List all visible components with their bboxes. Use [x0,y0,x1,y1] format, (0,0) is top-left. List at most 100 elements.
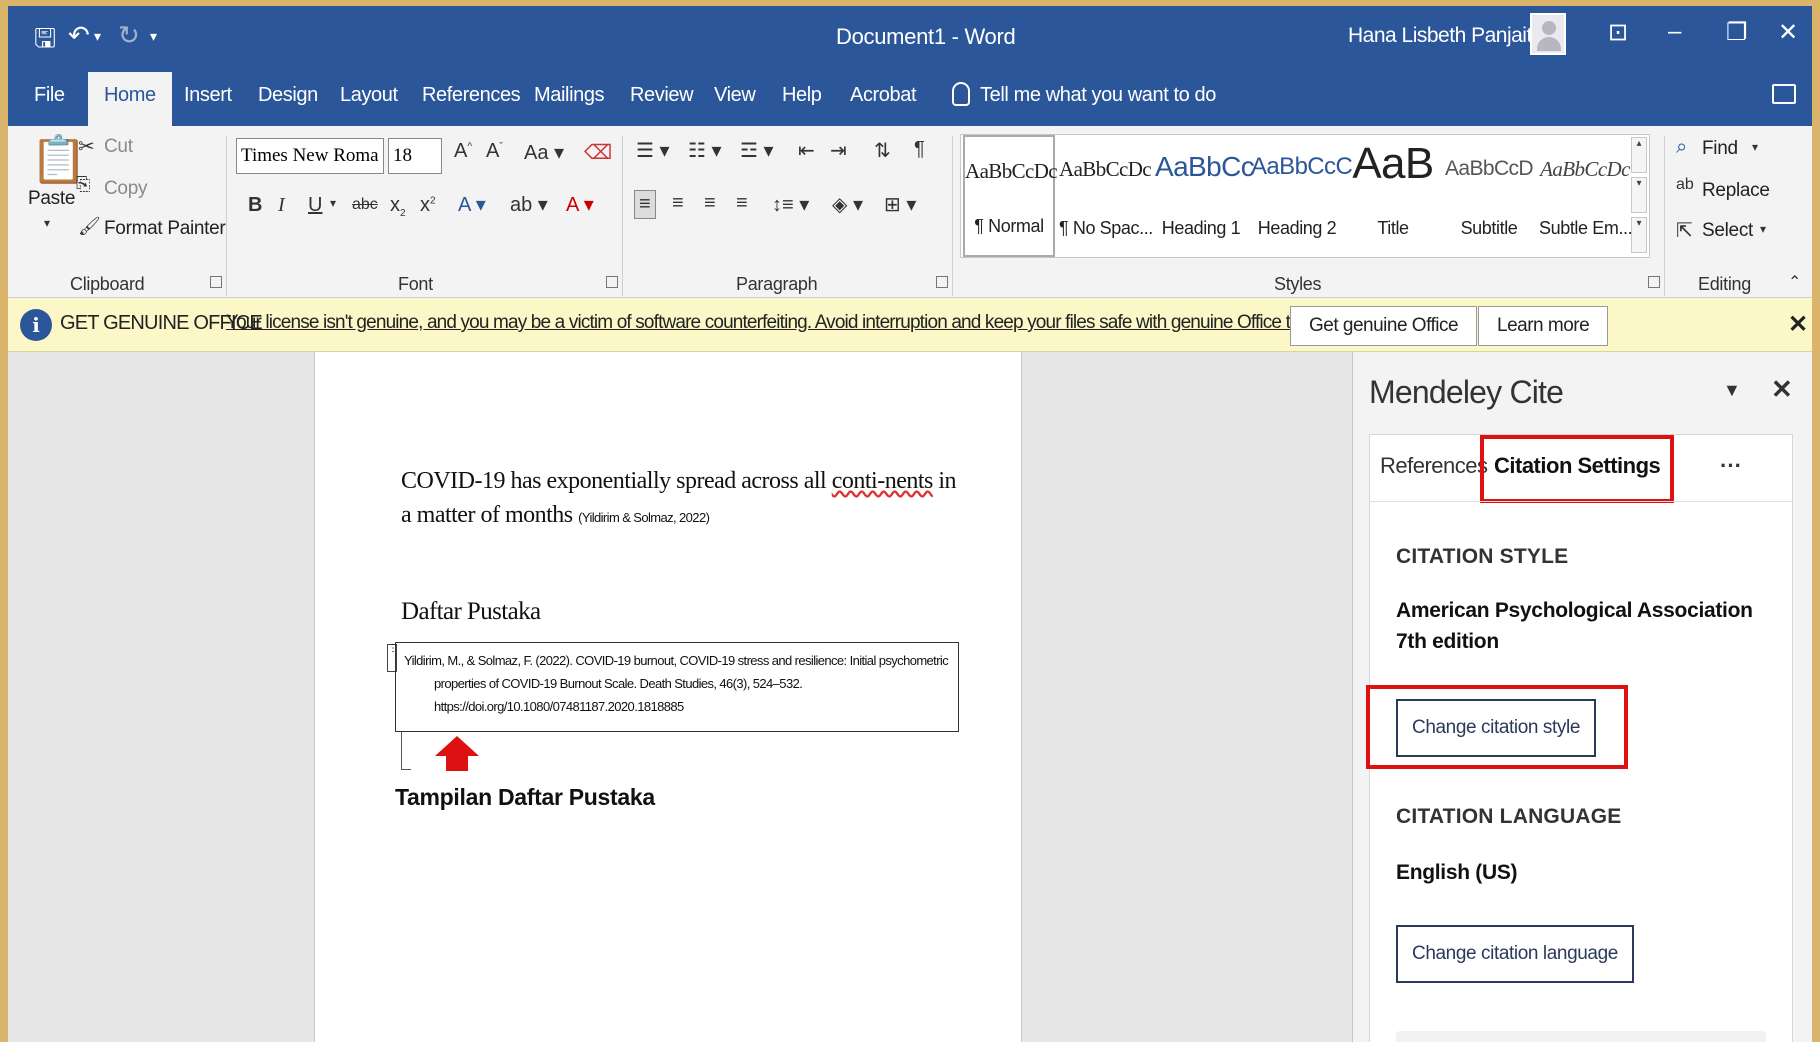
avatar[interactable] [1530,13,1566,55]
justify-icon[interactable]: ≡ [736,192,748,215]
banner-message-link[interactable]: Your license isn't genuine, and you may … [226,312,1332,334]
bibliography-box[interactable]: Yildirim, M., & Solmaz, F. (2022). COVID… [395,642,959,732]
format-painter-icon[interactable]: 🖌 [78,216,101,237]
get-genuine-office-button[interactable]: Get genuine Office [1290,306,1478,346]
paste-button[interactable]: Paste [28,188,75,210]
pane-options-icon[interactable]: ▼ [1723,380,1741,401]
borders-icon[interactable]: ⊞ ▾ [884,192,916,217]
font-size-select[interactable]: 18 [388,138,442,174]
underline-icon[interactable]: U [308,194,322,217]
copy-button[interactable]: Copy [104,178,147,200]
styles-scroll-up[interactable]: ▴ [1631,137,1647,173]
tab-acrobat[interactable]: Acrobat [850,84,917,107]
style-subtitle[interactable]: AaBbCcD Subtitle [1443,135,1535,257]
misspelled-word[interactable]: conti-nents [832,468,934,494]
find-dropdown-icon[interactable]: ▾ [1752,140,1758,154]
clipboard-launcher-icon[interactable] [210,276,222,288]
save-icon[interactable]: 🖫 [34,20,56,64]
tab-design[interactable]: Design [258,84,318,107]
tab-review[interactable]: Review [630,84,694,107]
styles-launcher-icon[interactable] [1648,276,1660,288]
change-citation-language-button[interactable]: Change citation language [1396,925,1634,983]
bullets-icon[interactable]: ☰ ▾ [636,138,670,163]
tab-insert[interactable]: Insert [184,84,232,107]
undo-icon[interactable]: ↶ [68,20,90,51]
font-launcher-icon[interactable] [606,276,618,288]
align-left-icon[interactable]: ≡ [634,190,656,219]
align-right-icon[interactable]: ≡ [704,192,716,215]
styles-more[interactable]: ▾ [1631,217,1647,253]
font-color-icon[interactable]: A ▾ [566,192,594,217]
more-options-icon[interactable]: ··· [1720,453,1742,479]
highlight-color-icon[interactable]: ab ▾ [510,192,548,217]
italic-icon[interactable]: I [278,194,285,217]
cut-icon[interactable]: ✂ [78,134,95,159]
customize-toolbar-icon[interactable]: ▾ [150,28,157,45]
paragraph-launcher-icon[interactable] [936,276,948,288]
body-paragraph[interactable]: COVID-19 has exponentially spread across… [401,464,961,535]
superscript-icon[interactable]: x2 [420,194,436,217]
find-icon[interactable]: ⌕ [1676,136,1687,159]
document-page[interactable]: COVID-19 has exponentially spread across… [314,352,1022,1042]
style-heading-2[interactable]: AaBbCcC Heading 2 [1251,135,1353,257]
clear-formatting-icon[interactable]: ⌫ [584,140,612,165]
text-effects-icon[interactable]: A ▾ [458,192,486,217]
style-no-spacing[interactable]: AaBbCcDc ¶ No Spac... [1059,135,1153,257]
bold-icon[interactable]: B [248,194,262,217]
copy-icon[interactable]: ⎘ [76,174,90,195]
subscript-icon[interactable]: x2 [390,194,406,219]
replace-icon[interactable]: ab [1676,176,1694,194]
learn-more-button[interactable]: Learn more [1478,306,1609,346]
redo-icon[interactable]: ↻ [118,20,140,51]
style-heading-1[interactable]: AaBbCc Heading 1 [1155,135,1255,257]
align-center-icon[interactable]: ≡ [672,192,684,215]
tab-mailings[interactable]: Mailings [534,84,605,107]
replace-button[interactable]: Replace [1702,180,1770,202]
tell-me-search[interactable]: Tell me what you want to do [980,84,1216,107]
change-case-icon[interactable]: Aa ▾ [524,140,564,165]
style-normal[interactable]: AaBbCcDc ¶ Normal [963,135,1058,257]
numbering-icon[interactable]: ☷ ▾ [688,138,722,163]
cut-button[interactable]: Cut [104,136,133,158]
find-button[interactable]: Find [1702,138,1738,160]
sort-icon[interactable]: ⇅ [874,138,891,163]
collapse-ribbon-icon[interactable]: ⌃ [1788,272,1801,292]
tab-file[interactable]: File [34,84,65,107]
restore-icon[interactable]: ❐ [1726,18,1748,47]
multilevel-list-icon[interactable]: ☲ ▾ [740,138,774,163]
tab-references[interactable]: References [422,84,521,107]
styles-scroll-down[interactable]: ▾ [1631,177,1647,213]
style-title[interactable]: AaB Title [1347,135,1439,257]
ribbon-display-icon[interactable]: ⊡ [1608,18,1628,47]
grow-font-icon[interactable]: A^ [454,140,472,163]
paste-dropdown-icon[interactable]: ▾ [44,216,50,230]
minimize-icon[interactable]: – [1668,18,1681,46]
select-icon[interactable]: ⇱ [1676,218,1693,243]
shading-icon[interactable]: ◈ ▾ [832,192,863,217]
select-dropdown-icon[interactable]: ▾ [1760,222,1766,236]
style-subtle-emphasis[interactable]: AaBbCcDc Subtle Em... [1539,135,1633,257]
format-painter-button[interactable]: Format Painter [104,218,226,240]
show-formatting-icon[interactable]: ¶ [914,138,925,161]
line-spacing-icon[interactable]: ↕≡ ▾ [772,192,809,217]
user-name[interactable]: Hana Lisbeth Panjaitan [1348,24,1555,48]
close-icon[interactable]: ✕ [1778,18,1798,47]
shrink-font-icon[interactable]: Aˇ [486,140,503,163]
strikethrough-icon[interactable]: abc [352,196,378,214]
pane-close-icon[interactable]: ✕ [1771,374,1793,405]
tab-layout[interactable]: Layout [340,84,398,107]
tab-view[interactable]: View [714,84,756,107]
inline-citation[interactable]: (Yildirim & Solmaz, 2022) [578,510,710,525]
body-text-start: COVID-19 has exponentially spread across… [401,468,832,494]
increase-indent-icon[interactable]: ⇥ [830,138,847,163]
tab-help[interactable]: Help [782,84,822,107]
font-name-select[interactable]: Times New Roma [236,138,384,174]
comments-icon[interactable] [1772,84,1796,104]
tab-references-pane[interactable]: References [1380,453,1488,479]
decrease-indent-icon[interactable]: ⇤ [798,138,815,163]
undo-dropdown-icon[interactable]: ▾ [94,28,101,45]
tab-home[interactable]: Home [88,72,172,126]
underline-dropdown-icon[interactable]: ▾ [330,196,336,210]
select-button[interactable]: Select [1702,220,1753,242]
banner-close-icon[interactable]: ✕ [1788,310,1808,339]
